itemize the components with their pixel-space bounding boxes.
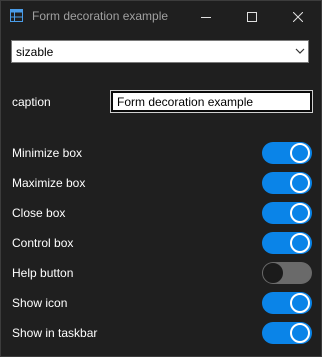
close-icon xyxy=(293,11,303,22)
toggle-knob xyxy=(290,173,310,193)
caption-input[interactable] xyxy=(110,90,313,113)
select-value: sizable xyxy=(16,45,54,59)
toggle-knob xyxy=(290,233,310,253)
form-window: Form decoration example sizable caption … xyxy=(0,0,322,357)
close-box-toggle[interactable] xyxy=(262,202,312,224)
window-app-icon xyxy=(10,9,23,22)
maximize-button[interactable] xyxy=(229,1,275,32)
toggle-knob xyxy=(290,323,310,343)
option-label: Show icon xyxy=(12,296,68,310)
chevron-down-icon[interactable] xyxy=(295,47,305,55)
toggle-knob xyxy=(263,263,283,283)
minimize-button[interactable] xyxy=(183,1,229,32)
option-label: Close box xyxy=(12,206,66,220)
control-box-toggle[interactable] xyxy=(262,232,312,254)
toggle-knob xyxy=(290,203,310,223)
maximize-icon xyxy=(247,11,257,22)
form-border-style-select[interactable]: sizable xyxy=(11,40,309,63)
option-label: Maximize box xyxy=(12,176,86,190)
close-button[interactable] xyxy=(275,1,321,32)
minimize-box-toggle[interactable] xyxy=(262,142,312,164)
option-row-show-icon: Show icon xyxy=(1,291,321,315)
minimize-icon xyxy=(201,16,211,18)
option-row-maximize-box: Maximize box xyxy=(1,171,321,195)
option-label: Show in taskbar xyxy=(12,326,98,340)
maximize-box-toggle[interactable] xyxy=(262,172,312,194)
option-row-show-in-taskbar: Show in taskbar xyxy=(1,321,321,345)
toggle-knob xyxy=(290,143,310,163)
option-label: Help button xyxy=(12,266,74,280)
toggle-knob xyxy=(290,293,310,313)
title-bar[interactable]: Form decoration example xyxy=(1,1,321,32)
option-row-minimize-box: Minimize box xyxy=(1,141,321,165)
option-label: Minimize box xyxy=(12,146,83,160)
option-label: Control box xyxy=(12,236,74,250)
caption-label: caption xyxy=(12,95,51,109)
option-row-close-box: Close box xyxy=(1,201,321,225)
option-row-control-box: Control box xyxy=(1,231,321,255)
help-button-toggle[interactable] xyxy=(262,262,312,284)
option-row-help-button: Help button xyxy=(1,261,321,285)
window-title: Form decoration example xyxy=(32,9,169,23)
show-icon-toggle[interactable] xyxy=(262,292,312,314)
show-in-taskbar-toggle[interactable] xyxy=(262,322,312,344)
